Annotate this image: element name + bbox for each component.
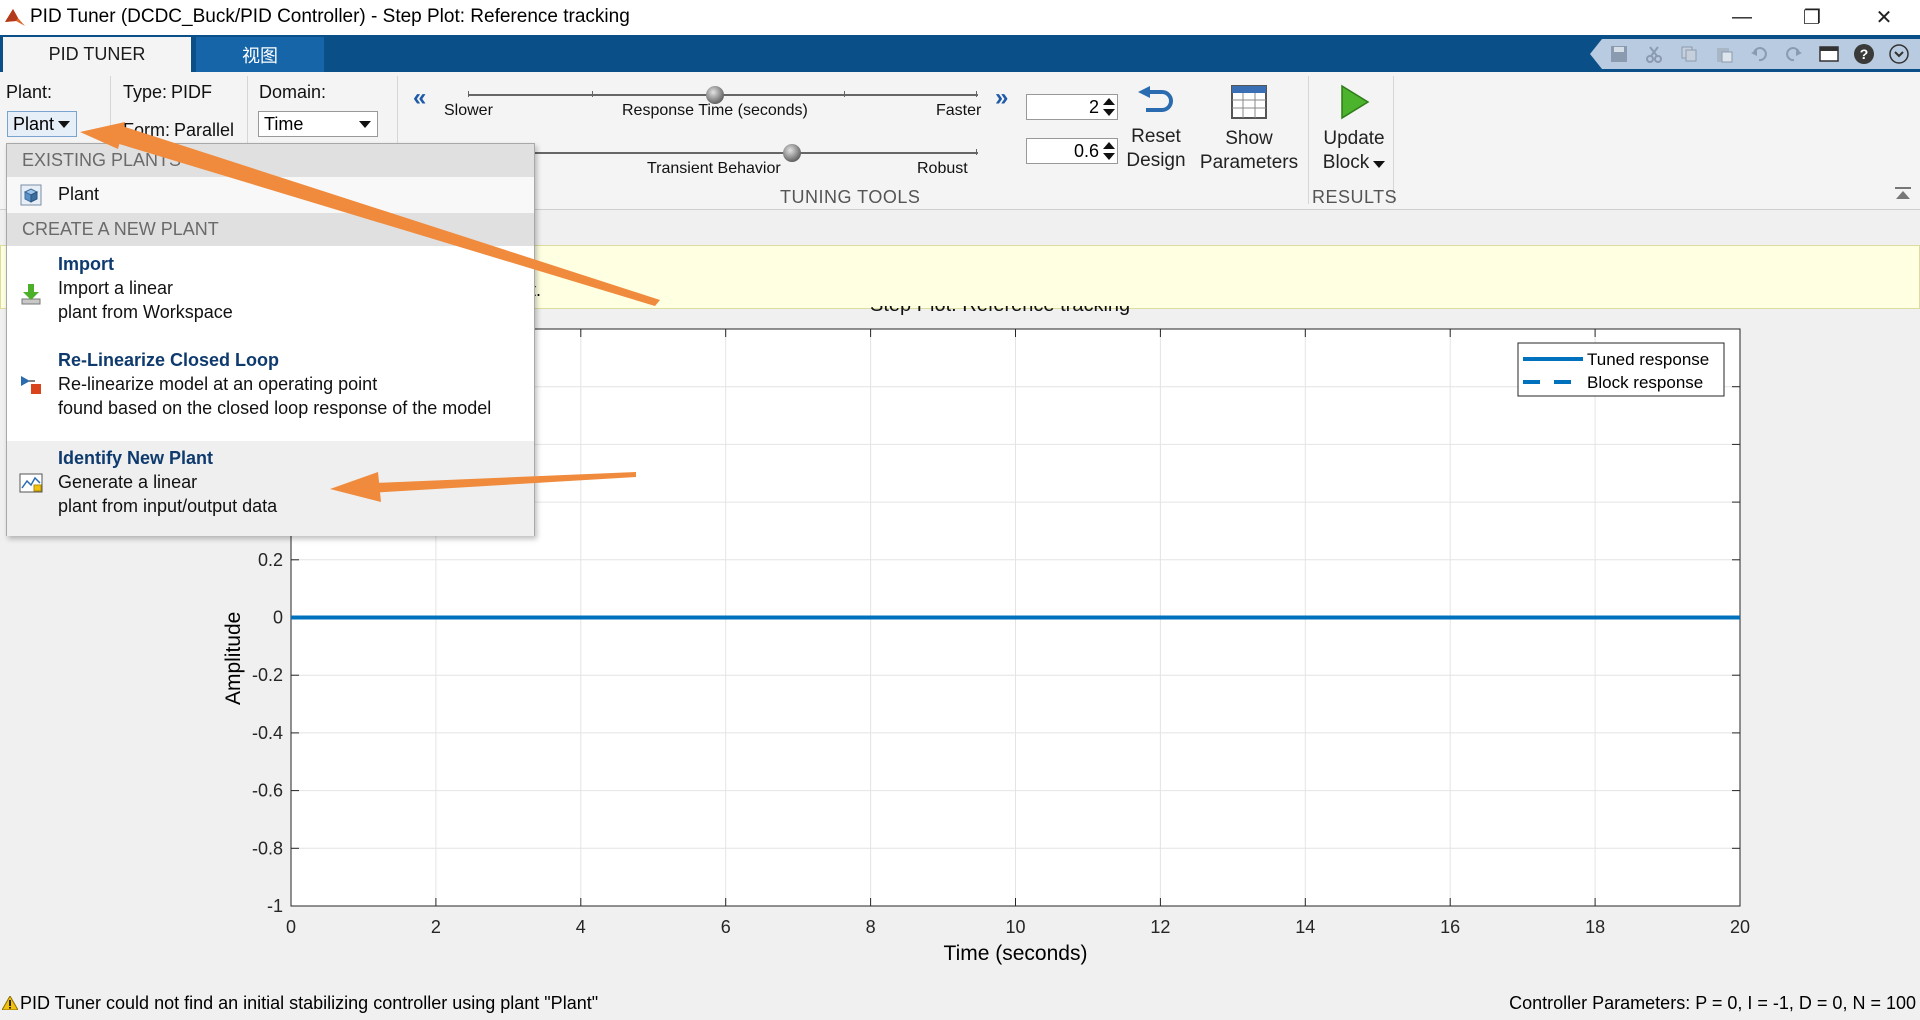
x-tick-label: 12: [1150, 917, 1170, 937]
relinearize-desc-line-1: Re-linearize model at an operating point: [58, 374, 378, 394]
x-tick-label: 16: [1440, 917, 1460, 937]
warning-icon: [1, 994, 19, 1011]
x-tick-label: 0: [286, 917, 296, 937]
y-tick-label: 0: [273, 608, 283, 628]
x-tick-label: 20: [1730, 917, 1750, 937]
import-title: Import: [58, 254, 114, 274]
status-message-text: PID Tuner could not find an initial stab…: [20, 993, 599, 1013]
identify-desc-line-1: Generate a linear: [58, 472, 198, 492]
import-icon: [21, 284, 41, 305]
menu-item-plant-label: Plant: [58, 184, 100, 204]
menu-item-import[interactable]: Import Import a linear plant from Worksp…: [7, 246, 534, 342]
controller-parameters: Controller Parameters: P = 0, I = -1, D …: [1509, 993, 1916, 1013]
x-tick-label: 6: [721, 917, 731, 937]
status-bar: PID Tuner could not find an initial stab…: [0, 988, 1920, 1020]
x-axis-label: Time (seconds): [944, 942, 1088, 965]
x-tick-label: 4: [576, 917, 586, 937]
menu-item-plant[interactable]: Plant: [7, 177, 534, 213]
identify-desc-line-2: plant from input/output data: [58, 496, 278, 516]
x-tick-label: 14: [1295, 917, 1315, 937]
create-new-plant-header: CREATE A NEW PLANT: [7, 213, 534, 246]
y-tick-label: -0.6: [252, 781, 283, 801]
relinearize-desc-line-2: found based on the closed loop response …: [58, 398, 492, 418]
existing-plants-header: EXISTING PLANTS: [7, 144, 534, 177]
relinearize-title: Re-Linearize Closed Loop: [58, 350, 280, 370]
import-desc-line-2: plant from Workspace: [58, 302, 233, 322]
y-tick-label: -1: [267, 896, 283, 916]
menu-item-identify-new-plant[interactable]: Identify New Plant Generate a linear pla…: [7, 441, 534, 536]
identify-plant-icon: [19, 473, 43, 493]
import-desc-line-1: Import a linear: [58, 278, 174, 298]
y-tick-label: -0.2: [252, 665, 283, 685]
y-axis-label: Amplitude: [222, 612, 245, 705]
y-tick-label: -0.4: [252, 723, 283, 743]
x-tick-label: 2: [431, 917, 441, 937]
plant-dropdown-menu: EXISTING PLANTS Plant CREATE A NEW PLANT…: [6, 143, 535, 536]
y-tick-label: 0.2: [258, 550, 283, 570]
menu-item-relinearize[interactable]: Re-Linearize Closed Loop Re-linearize mo…: [7, 342, 534, 438]
plant-cube-icon: [20, 184, 42, 206]
status-message: PID Tuner could not find an initial stab…: [1, 993, 599, 1014]
x-tick-label: 10: [1005, 917, 1025, 937]
legend-entry: Block response: [1587, 373, 1703, 392]
identify-title: Identify New Plant: [58, 448, 214, 468]
relinearize-icon: [21, 376, 41, 394]
y-tick-label: -0.8: [252, 838, 283, 858]
x-tick-label: 8: [866, 917, 876, 937]
x-tick-label: 18: [1585, 917, 1605, 937]
legend-entry: Tuned response: [1587, 350, 1709, 369]
pid-tuner-app: PID Tuner (DCDC_Buck/PID Controller) - S…: [0, 0, 1920, 1020]
